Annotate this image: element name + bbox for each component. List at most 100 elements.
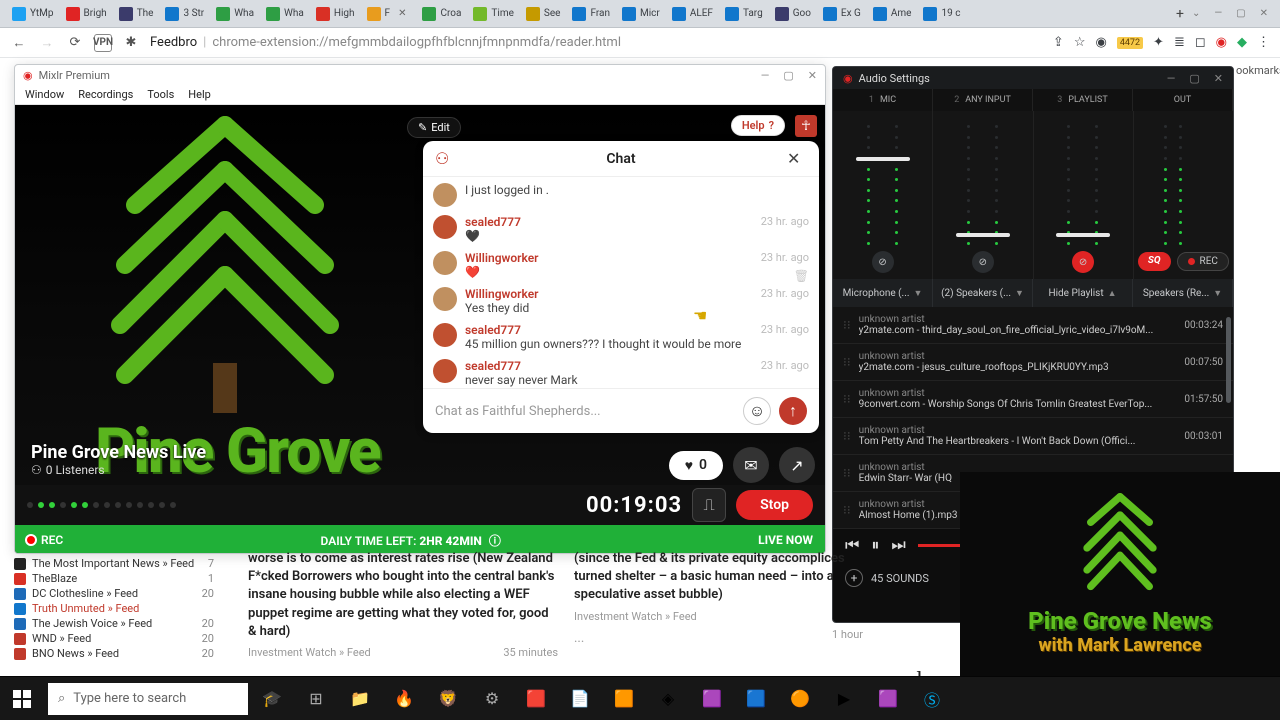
ext-icon-1[interactable]: ◉: [1095, 35, 1106, 50]
stop-button[interactable]: Stop: [736, 490, 813, 520]
mixlr-close-icon[interactable]: ✕: [808, 69, 817, 82]
send-button[interactable]: ↑: [779, 397, 807, 425]
new-tab-button[interactable]: +: [1168, 6, 1192, 22]
browser-tab[interactable]: Targ: [719, 7, 769, 21]
menu-item[interactable]: Tools: [147, 88, 174, 101]
device-selector[interactable]: Microphone (...▼: [833, 279, 933, 307]
audio-close-icon[interactable]: ✕: [1214, 72, 1223, 85]
menu-item[interactable]: Help: [188, 88, 211, 101]
browser-tab[interactable]: Croa: [416, 7, 467, 21]
ext-icon-2[interactable]: ◉: [1216, 35, 1227, 50]
feed-item[interactable]: The Jewish Voice » Feed20: [14, 616, 214, 631]
fader-mic[interactable]: [856, 157, 910, 161]
browser-tab[interactable]: Fran: [566, 7, 616, 21]
mute-any-button[interactable]: ⊘: [972, 251, 994, 273]
reading-list-icon[interactable]: ≣: [1174, 35, 1185, 50]
browser-tab[interactable]: Micr: [616, 7, 666, 21]
browser-tab[interactable]: 19 c: [917, 7, 966, 21]
track-row[interactable]: ⁝⁝unknown artist9convert.com - Worship S…: [833, 381, 1233, 418]
taskbar-app-7[interactable]: 🟪: [692, 677, 732, 720]
browser-tab[interactable]: Ame: [867, 7, 918, 21]
feed-item[interactable]: The Most Important News » Feed7: [14, 556, 214, 571]
browser-tab[interactable]: Time: [467, 7, 519, 21]
extension-icon[interactable]: ✱: [122, 34, 140, 52]
tabs-dropdown-icon[interactable]: ⌄: [1192, 8, 1200, 19]
accessibility-button[interactable]: ☥: [795, 115, 817, 137]
comment-button[interactable]: ✉: [733, 447, 769, 483]
info-icon[interactable]: ⓘ: [489, 534, 501, 548]
track-row[interactable]: ⁝⁝unknown artisty2mate.com - third_day_s…: [833, 307, 1233, 344]
share-icon[interactable]: ⇪: [1053, 35, 1064, 50]
mixlr-maximize-icon[interactable]: ▢: [783, 69, 793, 82]
mixer-channel-playlist[interactable]: ⊘: [1034, 111, 1134, 279]
drag-handle-icon[interactable]: ⁝⁝: [843, 392, 851, 406]
mute-playlist-button[interactable]: ⊘: [1072, 251, 1094, 273]
browser-tab[interactable]: Wha: [260, 7, 310, 21]
emoji-button[interactable]: ☺: [743, 397, 771, 425]
mixer-button[interactable]: ⎍: [692, 488, 726, 522]
track-row[interactable]: ⁝⁝unknown artistTom Petty And The Heartb…: [833, 418, 1233, 455]
drag-handle-icon[interactable]: ⁝⁝: [843, 318, 851, 332]
taskbar-app-6[interactable]: ◈: [648, 677, 688, 720]
rec-button[interactable]: REC: [1177, 252, 1229, 271]
window-minimize-icon[interactable]: —: [1214, 8, 1222, 19]
drag-handle-icon[interactable]: ⁝⁝: [843, 355, 851, 369]
browser-tab[interactable]: YtMp: [6, 7, 60, 21]
help-button[interactable]: Help ?: [731, 115, 785, 136]
taskbar-app-8[interactable]: 🟦: [736, 677, 776, 720]
browser-tab[interactable]: Goo: [769, 7, 817, 21]
device-selector[interactable]: Hide Playlist▲: [1033, 279, 1133, 307]
mixlr-minimize-icon[interactable]: —: [761, 69, 770, 82]
taskbar-app-9[interactable]: 🟠: [780, 677, 820, 720]
taskbar-app-1[interactable]: 🔥: [384, 677, 424, 720]
fader-playlist[interactable]: [1056, 233, 1110, 237]
feed-item[interactable]: BNO News » Feed20: [14, 646, 214, 661]
edit-button[interactable]: ✎ Edit: [407, 117, 461, 138]
people-icon[interactable]: ⚇: [435, 149, 455, 168]
drag-handle-icon[interactable]: ⁝⁝: [843, 466, 851, 480]
browser-tab[interactable]: Wha: [210, 7, 260, 21]
browser-tab[interactable]: Ex G: [817, 7, 867, 21]
chat-close-icon[interactable]: ✕: [787, 149, 807, 168]
shield-icon[interactable]: ◆: [1237, 35, 1247, 50]
mixer-channel-mic[interactable]: ⊘: [833, 111, 933, 279]
feed-item[interactable]: WND » Feed20: [14, 631, 214, 646]
taskbar-app-5[interactable]: 🟧: [604, 677, 644, 720]
audio-minimize-icon[interactable]: —: [1167, 72, 1176, 85]
track-row[interactable]: ⁝⁝unknown artisty2mate.com - jesus_cultu…: [833, 344, 1233, 381]
share-button[interactable]: ↗: [779, 447, 815, 483]
taskbar-search[interactable]: ⌕ Type here to search: [48, 683, 248, 715]
taskbar-explorer[interactable]: 📁: [340, 677, 380, 720]
browser-tab[interactable]: 3 Str: [159, 7, 210, 21]
tab-close-icon[interactable]: ✕: [394, 8, 410, 19]
chat-input[interactable]: Chat as Faithful Shepherds...: [435, 404, 735, 419]
taskbar-settings[interactable]: ⚙: [472, 677, 512, 720]
fader-any[interactable]: [956, 233, 1010, 237]
browser-tab[interactable]: ALEF: [666, 7, 719, 21]
taskbar-task-view[interactable]: ⊞: [296, 677, 336, 720]
drag-handle-icon[interactable]: ⁝⁝: [843, 503, 851, 517]
taskbar-skype[interactable]: Ⓢ: [912, 677, 952, 720]
browser-tab[interactable]: High: [310, 7, 361, 21]
url-field[interactable]: Feedbro | chrome-extension://mefgmmbdail…: [150, 35, 1043, 50]
next-track-button[interactable]: ⏭: [891, 535, 905, 555]
nav-back-icon[interactable]: ←: [10, 34, 28, 52]
article-card[interactable]: worse is to come as interest rates rise …: [248, 550, 558, 660]
star-icon[interactable]: ☆: [1074, 35, 1086, 50]
taskbar-app-11[interactable]: 🟪: [868, 677, 908, 720]
start-button[interactable]: [0, 677, 44, 720]
taskbar-app-10[interactable]: ▶: [824, 677, 864, 720]
extensions-icon[interactable]: ✦: [1153, 35, 1164, 50]
browser-tab[interactable]: See: [520, 7, 567, 21]
kebab-menu-icon[interactable]: ⋮: [1257, 35, 1270, 50]
audio-maximize-icon[interactable]: ▢: [1189, 72, 1199, 85]
ext-badge[interactable]: 4472: [1117, 37, 1143, 49]
trash-icon[interactable]: 🗑: [794, 269, 809, 283]
window-maximize-icon[interactable]: ▢: [1236, 8, 1245, 19]
feed-item[interactable]: Truth Unmuted » Feed: [14, 601, 214, 616]
taskbar-app-grad[interactable]: 🎓: [252, 677, 292, 720]
window-close-icon[interactable]: ✕: [1260, 8, 1268, 19]
feed-item[interactable]: TheBlaze1: [14, 571, 214, 586]
browser-tab[interactable]: The: [113, 7, 160, 21]
taskbar-app-2[interactable]: 🦁: [428, 677, 468, 720]
